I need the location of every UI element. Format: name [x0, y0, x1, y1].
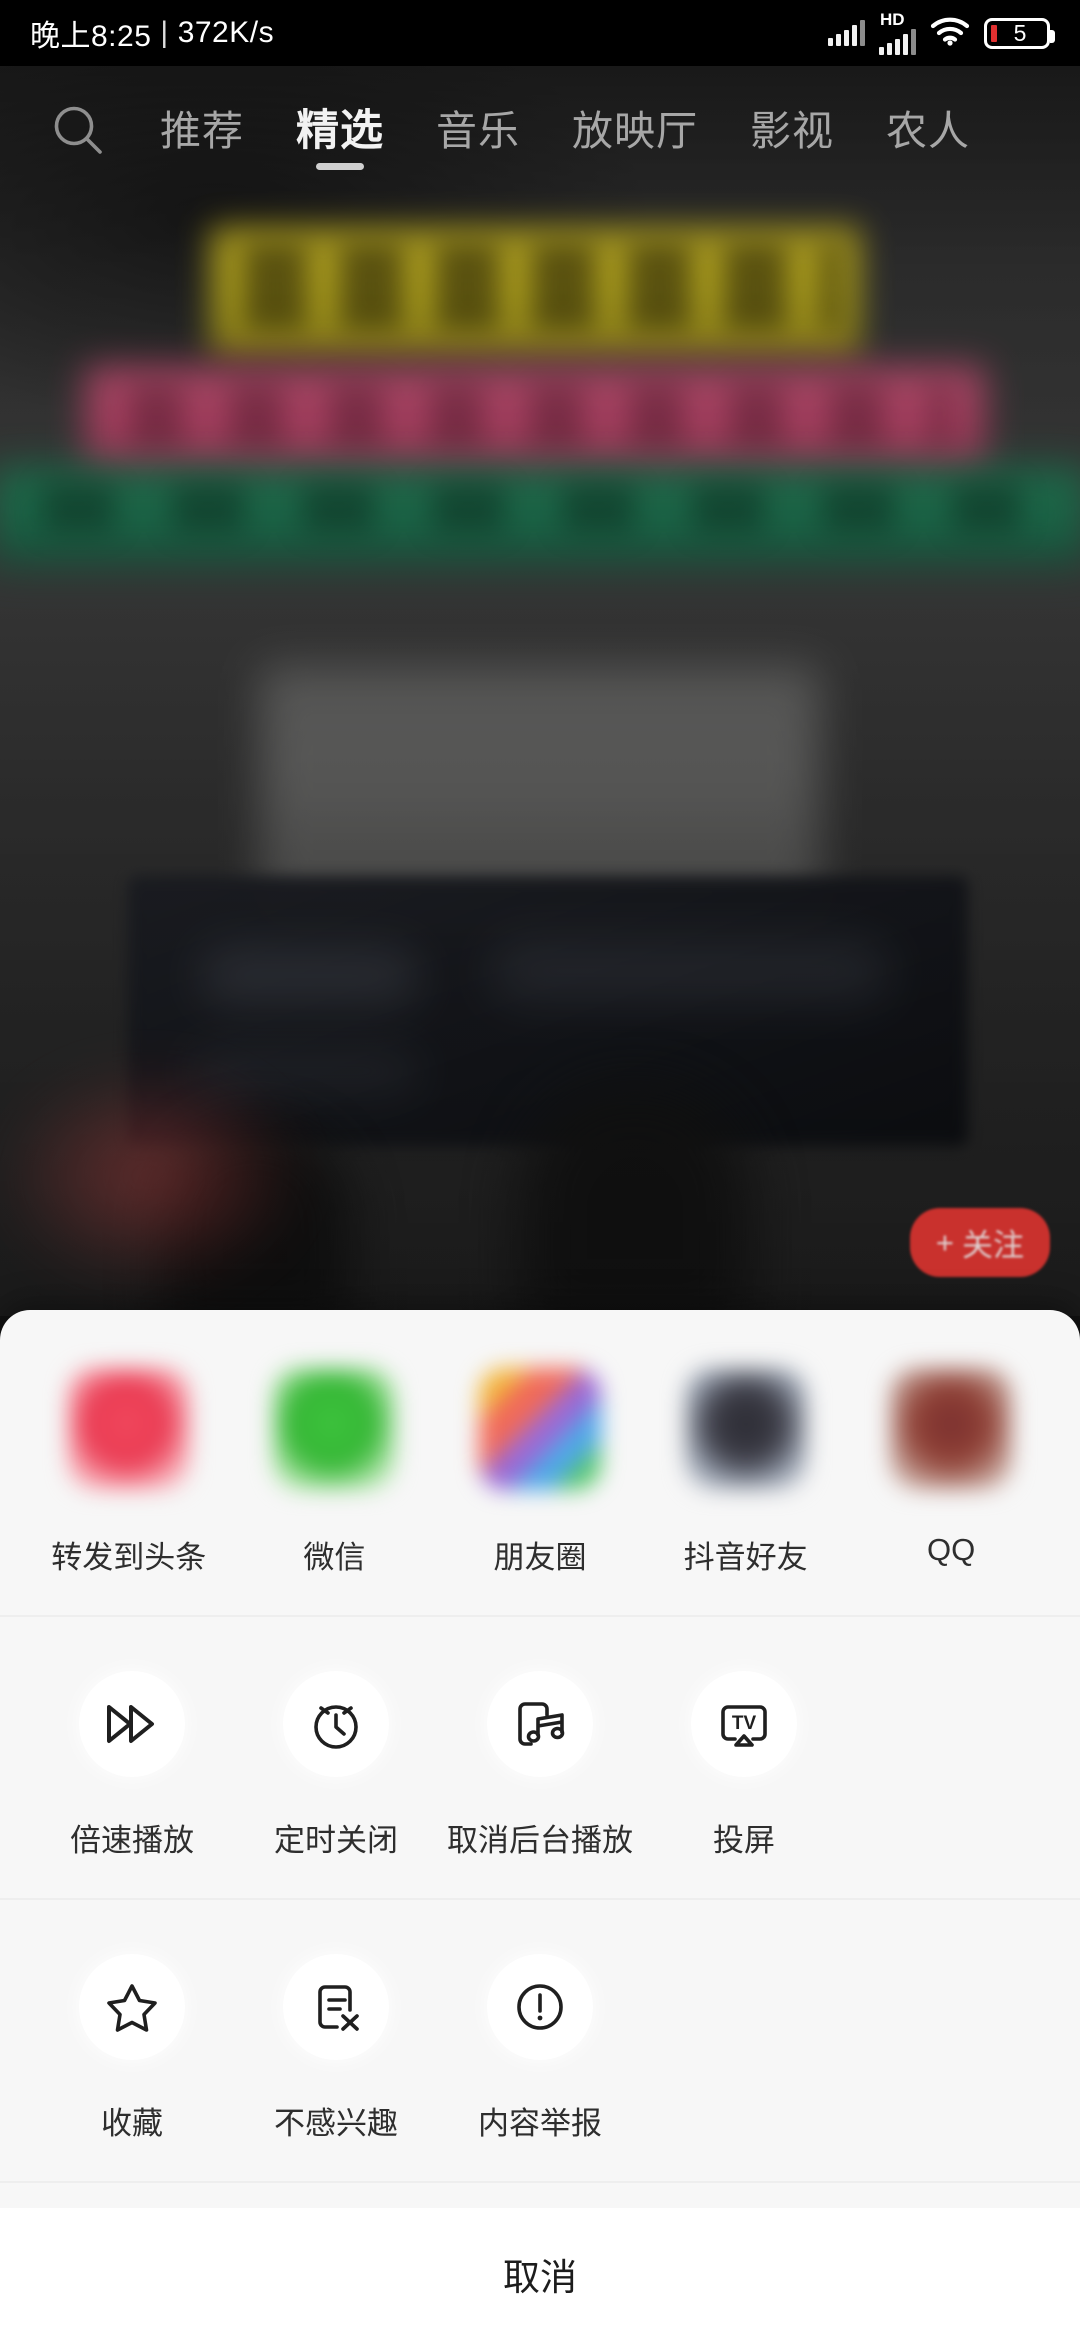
action-label: 取消后台播放: [447, 1823, 633, 1858]
action-cancel-background-play[interactable]: 取消后台播放: [438, 1671, 642, 1860]
action-sleep-timer[interactable]: 定时关闭: [234, 1671, 438, 1860]
tab-underline: [316, 163, 364, 170]
action-cast-screen[interactable]: TV 投屏: [642, 1671, 846, 1860]
status-bar-left: 晚上8:25 | 372K/s: [30, 11, 274, 55]
action-label: 投屏: [713, 1823, 775, 1858]
hd-label: HD: [880, 9, 905, 29]
toutiao-icon: [67, 1368, 190, 1490]
nav-tabs: 推荐 精选 音乐 放映厅 影视 农人: [134, 66, 996, 196]
share-item-label: 朋友圈: [493, 1540, 587, 1575]
tab-fangyingting[interactable]: 放映厅: [546, 66, 724, 196]
action-spacer: [846, 1671, 1050, 1860]
tab-label: 音乐: [436, 107, 520, 154]
hd-signal-group: HD: [879, 9, 916, 55]
playback-actions-row: 倍速播放 定时关闭 取消后台播放 TV 投屏: [0, 1617, 1080, 1900]
status-time: 晚上8:25: [30, 20, 152, 53]
moments-icon: [478, 1368, 601, 1490]
qq-icon: [890, 1368, 1013, 1490]
action-favorite[interactable]: 收藏: [30, 1954, 234, 2143]
action-label: 定时关闭: [274, 1823, 398, 1858]
share-action-sheet: 转发到头条 微信 朋友圈 抖音好友 QQ 倍速播放 定时关闭 取消后台播放 TV…: [0, 1310, 1080, 2340]
tab-label: 推荐: [160, 107, 244, 154]
exclamation-circle-icon: [487, 1954, 593, 2060]
svg-text:TV: TV: [732, 1713, 757, 1734]
star-icon: [79, 1954, 185, 2060]
share-item-toutiao[interactable]: 转发到头条: [26, 1368, 232, 1577]
share-item-label: QQ: [927, 1532, 976, 1567]
share-item-label: 抖音好友: [683, 1540, 808, 1575]
search-icon[interactable]: [40, 92, 118, 170]
action-label: 内容举报: [478, 2106, 602, 2141]
action-speed-playback[interactable]: 倍速播放: [30, 1671, 234, 1860]
share-sheet-rows: 转发到头条 微信 朋友圈 抖音好友 QQ 倍速播放 定时关闭 取消后台播放 TV…: [0, 1310, 1080, 2208]
action-not-interested[interactable]: 不感兴趣: [234, 1954, 438, 2143]
tab-label: 放映厅: [572, 107, 698, 154]
phone-screen: 晚上8:25 | 372K/s HD 5 推荐 精选 音乐 放映厅 影视 农人 …: [0, 0, 1080, 2340]
tab-label: 精选: [296, 106, 384, 155]
follow-button[interactable]: + 关注: [909, 1208, 1050, 1277]
fast-forward-icon: [79, 1671, 185, 1777]
action-label: 收藏: [101, 2106, 163, 2141]
share-item-douyin-friends[interactable]: 抖音好友: [643, 1368, 849, 1577]
wechat-icon: [273, 1368, 396, 1490]
action-spacer: [642, 1954, 846, 2143]
share-apps-row: 转发到头条 微信 朋友圈 抖音好友 QQ: [0, 1310, 1080, 1617]
network-speed: 372K/s: [177, 16, 275, 49]
follow-label: 关注: [962, 1228, 1024, 1263]
action-label: 倍速播放: [70, 1823, 194, 1858]
tab-yinyue[interactable]: 音乐: [410, 66, 546, 196]
share-item-moments[interactable]: 朋友圈: [437, 1368, 643, 1577]
phone-music-icon: [487, 1671, 593, 1777]
top-navigation-bar: 推荐 精选 音乐 放映厅 影视 农人: [0, 66, 1080, 196]
action-spacer: [846, 1954, 1050, 2143]
action-report-content[interactable]: 内容举报: [438, 1954, 642, 2143]
action-label: 不感兴趣: [274, 2106, 398, 2141]
status-bar: 晚上8:25 | 372K/s HD 5: [0, 0, 1080, 66]
tab-yingshi[interactable]: 影视: [724, 66, 860, 196]
tv-cast-icon: TV: [691, 1671, 797, 1777]
video-player-background[interactable]: [0, 66, 1080, 1316]
share-item-qq[interactable]: QQ: [848, 1368, 1054, 1577]
share-item-wechat[interactable]: 微信: [232, 1368, 438, 1577]
status-bar-right: HD 5: [828, 9, 1055, 55]
signal-strength-2-icon: [879, 28, 916, 55]
battery-level: 5: [1013, 19, 1027, 46]
battery-icon: 5: [984, 17, 1055, 49]
share-item-label: 微信: [303, 1540, 366, 1575]
plus-icon: +: [935, 1224, 954, 1260]
tab-label: 农人: [886, 107, 970, 154]
status-separator: |: [160, 16, 169, 49]
content-actions-row: 收藏 不感兴趣 内容举报: [0, 1900, 1080, 2183]
cancel-button[interactable]: 取消: [0, 2208, 1080, 2340]
douyin-icon: [684, 1368, 807, 1490]
tab-nongren[interactable]: 农人: [860, 66, 996, 196]
share-item-label: 转发到头条: [51, 1540, 207, 1575]
tab-tuijian[interactable]: 推荐: [134, 66, 270, 196]
cancel-label: 取消: [503, 2257, 577, 2298]
document-x-icon: [283, 1954, 389, 2060]
tab-label: 影视: [750, 107, 834, 154]
signal-strength-icon: [828, 20, 865, 46]
tab-jingxuan[interactable]: 精选: [270, 66, 410, 196]
wifi-icon: [930, 16, 970, 51]
alarm-clock-icon: [283, 1671, 389, 1777]
